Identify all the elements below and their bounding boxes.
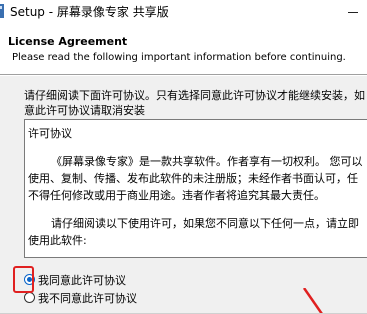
window-title: Setup - 屏幕录像专家 共享版 [10, 5, 169, 19]
minimize-button[interactable] [348, 4, 367, 20]
license-para2-line1: 请仔细阅读以下使用许可，如果您不同意以下任何一点，请立即 [51, 217, 359, 230]
page-subtitle: Please read the following important info… [12, 52, 346, 63]
license-para1-line3: 不得任何修改或用于商业用途。违者作者将追究其最大责任。 [28, 189, 325, 202]
accept-highlight-box [13, 266, 34, 293]
license-content: 许可协议 《屏幕录像专家》是一款共享软件。作者享有一切权利。 您可以 使用、复制… [28, 125, 367, 249]
decline-radio[interactable] [24, 292, 35, 303]
decline-label[interactable]: 我不同意此许可协议 [38, 290, 137, 306]
instruction-text: 请仔细阅读下面许可协议。只有选择同意此许可协议才能继续安装，如 意此许可协议请取… [24, 88, 367, 118]
license-para2-line2: 使用此软件: [28, 234, 87, 247]
page-title: License Agreement [8, 35, 128, 48]
header-divider-highlight [0, 75, 367, 76]
annotation-arrow-icon [302, 288, 324, 314]
instruction-line-2: 意此许可协议请取消安装 [24, 104, 145, 117]
setup-app-icon [0, 4, 4, 18]
instruction-line-1: 请仔细阅读下面许可协议。只有选择同意此许可协议才能继续安装，如 [24, 89, 365, 102]
license-text-area[interactable]: 许可协议 《屏幕录像专家》是一款共享软件。作者享有一切权利。 您可以 使用、复制… [24, 119, 367, 258]
accept-label[interactable]: 我同意此许可协议 [38, 272, 126, 288]
minimize-icon [348, 12, 358, 13]
license-heading: 许可协议 [28, 127, 72, 140]
title-bar: Setup - 屏幕录像专家 共享版 [0, 0, 367, 24]
wizard-header: License Agreement Please read the follow… [0, 24, 367, 74]
license-para1-line2: 使用、复制、传播、发布此软件的未注册版；未经作者书面认可，任 [28, 172, 358, 185]
setup-window: Setup - 屏幕录像专家 共享版 License Agreement Ple… [0, 0, 367, 314]
license-para1-line1: 《屏幕录像专家》是一款共享软件。作者享有一切权利。 您可以 [51, 155, 363, 168]
